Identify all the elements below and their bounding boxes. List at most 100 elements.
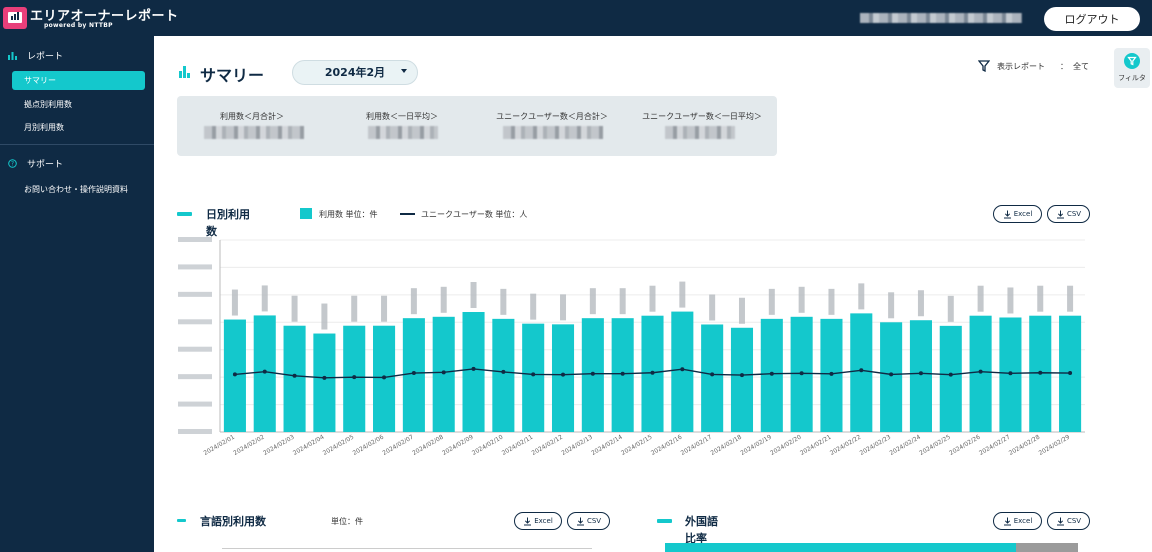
funnel-icon — [978, 60, 990, 72]
line-point — [322, 375, 327, 380]
legend-bar-label: 利用数 単位：件 — [319, 210, 378, 219]
line-point — [501, 369, 506, 374]
line-point — [352, 375, 357, 380]
language-csv-label: CSV — [586, 517, 602, 525]
logout-button[interactable]: ログアウト — [1044, 7, 1140, 31]
bar-data-label-redacted — [351, 295, 358, 322]
line-point — [710, 372, 715, 377]
line-point — [531, 372, 536, 377]
filter-button[interactable]: フィルタ — [1114, 48, 1150, 88]
summary-card: 利用数＜月合計＞ 利用数＜一日平均＞ ユニークユーザー数＜月合計＞ ユニークユー… — [177, 96, 777, 156]
y-tick-label-redacted — [178, 291, 212, 297]
bar — [283, 325, 306, 432]
legend-bar-swatch — [300, 208, 312, 219]
line-point — [739, 373, 744, 378]
line-point — [829, 371, 834, 376]
foreign-csv-button[interactable]: CSV — [1047, 512, 1090, 530]
bar — [909, 320, 932, 432]
line-point — [680, 367, 685, 372]
help-circle-icon: ? — [8, 159, 17, 168]
bar — [432, 316, 455, 432]
bar-data-label-redacted — [589, 288, 596, 315]
x-tick-label: 2024/02/23 — [859, 434, 893, 457]
x-tick-label: 2024/02/08 — [411, 434, 445, 457]
page-title: サマリー — [200, 66, 265, 85]
sidebar: レポート サマリー 拠点別利用数 月別利用数 ? サポート お問い合わせ・操作説… — [0, 36, 154, 552]
daily-csv-button[interactable]: CSV — [1047, 205, 1090, 223]
bar-data-label-redacted — [1007, 287, 1014, 314]
bar — [253, 315, 276, 432]
x-tick-label: 2024/02/26 — [948, 434, 982, 457]
x-tick-label: 2024/02/10 — [471, 434, 505, 457]
bar-data-label-redacted — [947, 295, 954, 322]
x-tick-label: 2024/02/09 — [441, 434, 475, 457]
language-section-title: 言語別利用数 — [200, 515, 266, 528]
foreign-section-marker — [657, 519, 672, 523]
bar — [880, 322, 903, 432]
sidebar-item-location-usage[interactable]: 拠点別利用数 — [24, 99, 72, 110]
foreign-excel-button[interactable]: Excel — [993, 512, 1042, 530]
bar — [850, 313, 873, 432]
month-select[interactable]: 2024年2月 — [292, 60, 418, 85]
sidebar-section-support-label: サポート — [27, 160, 64, 170]
x-tick-label: 2024/02/16 — [650, 434, 684, 457]
bar-data-label-redacted — [798, 286, 805, 313]
sidebar-divider — [0, 144, 154, 145]
x-tick-label: 2024/02/05 — [322, 434, 356, 457]
x-tick-label: 2024/02/15 — [620, 434, 654, 457]
x-tick-label: 2024/02/04 — [292, 434, 326, 457]
metric-unique-monthly-label: ユニークユーザー数＜月合計＞ — [496, 112, 608, 121]
line-point — [1008, 371, 1013, 376]
bar — [730, 327, 754, 432]
bar-data-label-redacted — [679, 281, 686, 308]
line-point — [590, 371, 595, 376]
bar-data-label-redacted — [828, 288, 835, 315]
language-csv-button[interactable]: CSV — [567, 512, 610, 530]
x-tick-label: 2024/02/18 — [710, 434, 744, 457]
bar-data-label-redacted — [619, 288, 626, 315]
y-tick-label-redacted — [178, 374, 212, 380]
metric-usage-monthly-value-redacted — [204, 126, 304, 139]
download-icon — [524, 517, 532, 525]
line-point — [650, 370, 655, 375]
bar-data-label-redacted — [440, 286, 447, 313]
sidebar-item-monthly-usage[interactable]: 月別利用数 — [24, 122, 64, 133]
x-tick-label: 2024/02/11 — [501, 434, 535, 457]
line-point — [232, 372, 237, 377]
bar-data-label-redacted — [530, 293, 537, 320]
x-tick-label: 2024/02/12 — [531, 434, 565, 457]
line-point — [978, 369, 983, 374]
logo-icon — [3, 7, 27, 29]
bar — [402, 318, 425, 432]
bar-data-label-redacted — [321, 303, 328, 330]
daily-csv-label: CSV — [1066, 210, 1082, 218]
bar-data-label-redacted — [470, 282, 477, 308]
summary-bar-chart-icon — [179, 66, 191, 78]
line-point — [441, 370, 446, 375]
y-tick-label-redacted — [178, 237, 212, 242]
sidebar-section-report-label: レポート — [27, 52, 64, 62]
foreign-excel-label: Excel — [1013, 517, 1033, 525]
line-point — [620, 371, 625, 376]
daily-usage-chart: 2024/02/012024/02/022024/02/032024/02/04… — [178, 237, 1085, 457]
sidebar-section-support: ? サポート — [8, 157, 63, 170]
chevron-down-icon — [401, 69, 407, 73]
daily-excel-button[interactable]: Excel — [993, 205, 1042, 223]
app-subtitle: powered by NTTBP — [44, 22, 113, 29]
x-tick-label: 2024/02/27 — [978, 434, 1012, 457]
bar-data-label-redacted — [560, 294, 567, 321]
sidebar-item-summary[interactable]: サマリー — [12, 71, 145, 90]
download-icon — [1003, 210, 1011, 218]
x-tick-label: 2024/02/17 — [680, 434, 714, 457]
sidebar-item-contact-docs[interactable]: お問い合わせ・操作説明資料 — [24, 184, 128, 195]
foreign-section-title: 外国語比率 — [685, 515, 718, 545]
x-tick-label: 2024/02/20 — [769, 434, 803, 457]
language-excel-button[interactable]: Excel — [514, 512, 562, 530]
line-point — [561, 372, 566, 377]
bar — [492, 318, 515, 432]
metric-usage-daily-value-redacted — [368, 126, 438, 139]
bar-data-label-redacted — [500, 288, 507, 315]
bar — [671, 311, 694, 432]
line-point — [918, 371, 923, 376]
download-icon — [576, 517, 584, 525]
